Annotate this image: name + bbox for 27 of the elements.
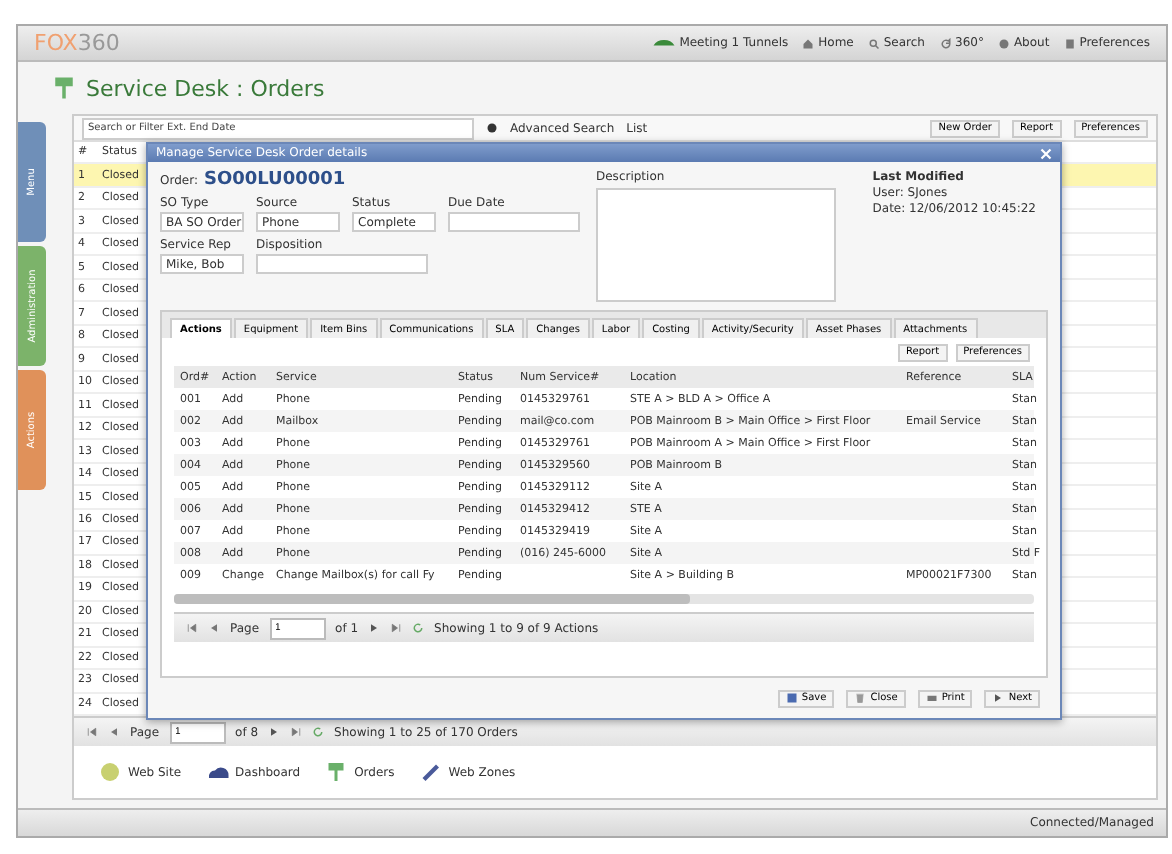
order-number: SO00LU00001 <box>203 170 346 190</box>
search-icon <box>867 37 880 49</box>
close-icon[interactable] <box>1040 147 1052 159</box>
input-field[interactable] <box>448 212 580 232</box>
tree-icon <box>324 760 349 784</box>
dot-icon <box>486 122 498 134</box>
last-page-icon <box>290 726 303 738</box>
first-page-icon <box>86 726 98 738</box>
scroll-bar[interactable] <box>174 594 1034 604</box>
previous-page-icon <box>108 726 120 738</box>
arrow-icon <box>992 692 1005 704</box>
home-icon <box>802 37 815 49</box>
save-icon <box>785 692 798 704</box>
refresh-icon <box>312 726 325 738</box>
description-field[interactable] <box>596 188 836 302</box>
last-page-icon <box>390 622 403 634</box>
refresh-icon <box>939 37 951 49</box>
refresh-icon <box>412 622 425 634</box>
next-page-icon <box>368 622 381 634</box>
trash-icon <box>854 692 867 704</box>
logo: FOX360 <box>34 30 120 56</box>
input-field[interactable] <box>256 254 428 274</box>
next-page-icon <box>268 726 281 738</box>
page-title: Service Desk : Orders <box>86 75 325 101</box>
previous-page-icon <box>208 622 220 634</box>
tree-icon <box>50 74 78 102</box>
first-page-icon <box>186 622 198 634</box>
